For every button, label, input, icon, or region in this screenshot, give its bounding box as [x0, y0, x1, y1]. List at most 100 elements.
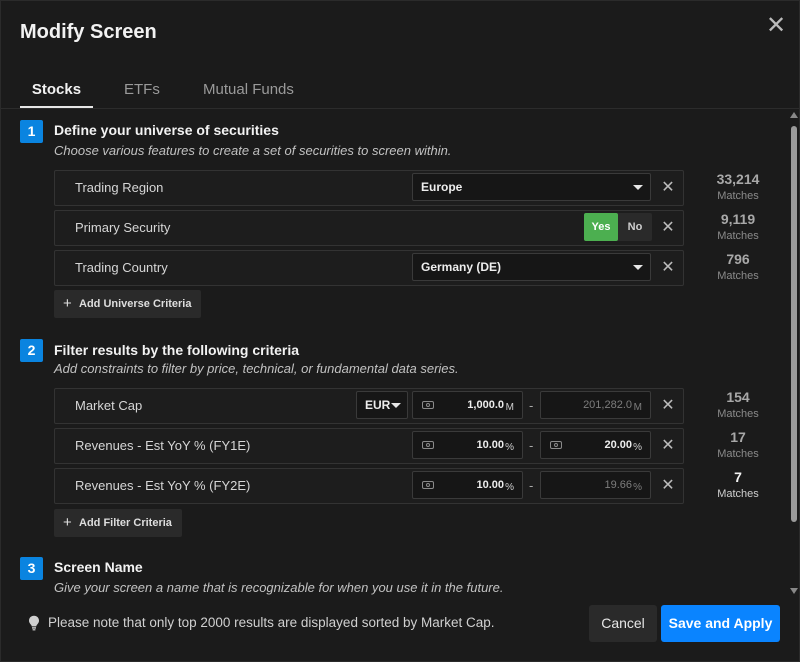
criteria-row-trading-region: Trading Region Europe ✕ [54, 170, 684, 206]
tab-divider [1, 108, 799, 109]
matches-label: Matches [717, 270, 759, 282]
matches-label: Matches [717, 230, 759, 242]
scroll-up-icon[interactable] [790, 112, 798, 118]
trading-country-select[interactable]: Germany (DE) [412, 253, 651, 281]
criteria-label: Trading Region [75, 180, 164, 195]
input-value: 1,000.0 [467, 399, 504, 411]
yes-button[interactable]: Yes [584, 213, 618, 241]
remove-icon[interactable]: ✕ [659, 469, 677, 503]
matches-trading-country: 796 Matches [701, 251, 775, 284]
plus-icon: + [63, 295, 72, 312]
max-value-input[interactable]: 19.66 % [540, 471, 651, 499]
criteria-row-primary-security: Primary Security Yes No ✕ [54, 210, 684, 246]
matches-label: Matches [717, 488, 759, 500]
input-value: 20.00 [604, 439, 632, 451]
matches-revenues-fy2e: 7 Matches [701, 469, 775, 502]
unit-label: % [505, 442, 514, 453]
matches-label: Matches [717, 190, 759, 202]
no-button[interactable]: No [618, 213, 652, 241]
save-and-apply-button[interactable]: Save and Apply [661, 605, 780, 642]
lightbulb-icon [29, 615, 39, 631]
unit-label: M [633, 402, 642, 413]
tab-mutual-funds[interactable]: Mutual Funds [203, 73, 294, 109]
criteria-label: Primary Security [75, 220, 171, 235]
input-value: 10.00 [476, 439, 504, 451]
matches-trading-region: 33,214 Matches [701, 171, 775, 204]
max-value-input[interactable]: 201,282.0 M [540, 391, 651, 419]
add-universe-criteria-button[interactable]: + Add Universe Criteria [54, 290, 202, 318]
step-1-title: Define your universe of securities [54, 122, 279, 138]
matches-count: 154 [726, 389, 750, 405]
select-value: EUR [365, 398, 391, 412]
input-value: 19.66 [604, 479, 632, 491]
matches-label: Matches [717, 408, 759, 420]
criteria-label: Trading Country [75, 260, 168, 275]
step-3-title: Screen Name [54, 559, 143, 575]
caret-down-icon [633, 185, 643, 190]
matches-count: 7 [734, 469, 742, 485]
matches-count: 33,214 [716, 171, 760, 187]
button-label: Add Universe Criteria [79, 298, 192, 310]
dialog-title: Modify Screen [20, 21, 157, 43]
remove-icon[interactable]: ✕ [659, 251, 677, 285]
trading-region-select[interactable]: Europe [412, 173, 651, 201]
remove-icon[interactable]: ✕ [659, 171, 677, 205]
unit-label: M [505, 402, 514, 413]
footer-note: Please note that only top 2000 results a… [48, 615, 495, 630]
add-filter-criteria-button[interactable]: + Add Filter Criteria [54, 509, 182, 537]
criteria-row-trading-country: Trading Country Germany (DE) ✕ [54, 250, 684, 286]
input-value: 10.00 [476, 479, 504, 491]
remove-icon[interactable]: ✕ [659, 389, 677, 423]
scroll-down-icon[interactable] [790, 588, 798, 594]
range-dash: - [529, 478, 534, 493]
step-3-badge: 3 [20, 557, 43, 580]
criteria-label: Revenues - Est YoY % (FY2E) [75, 478, 251, 493]
tag-icon [550, 441, 562, 449]
step-1-badge: 1 [20, 120, 43, 143]
modify-screen-dialog: Modify Screen ✕ Stocks ETFs Mutual Funds… [0, 0, 800, 662]
step-1-subtitle: Choose various features to create a set … [54, 143, 452, 158]
criteria-label: Revenues - Est YoY % (FY1E) [75, 438, 251, 453]
step-2-subtitle: Add constraints to filter by price, tech… [54, 361, 459, 376]
caret-down-icon [391, 403, 401, 408]
matches-count: 796 [726, 251, 750, 267]
unit-label: % [633, 442, 642, 453]
filter-row-revenues-fy2e: Revenues - Est YoY % (FY2E) 10.00 % - 19… [54, 468, 684, 504]
matches-primary-security: 9,119 Matches [701, 211, 775, 244]
input-value: 201,282.0 [583, 399, 632, 411]
matches-revenues-fy1e: 17 Matches [701, 429, 775, 462]
scroll-thumb[interactable] [791, 126, 797, 522]
min-value-input[interactable]: 10.00 % [412, 471, 523, 499]
step-3-subtitle: Give your screen a name that is recogniz… [54, 580, 504, 595]
currency-select[interactable]: EUR [356, 391, 408, 419]
unit-label: % [505, 482, 514, 493]
max-value-input[interactable]: 20.00 % [540, 431, 651, 459]
range-dash: - [529, 438, 534, 453]
remove-icon[interactable]: ✕ [659, 211, 677, 245]
remove-icon[interactable]: ✕ [659, 429, 677, 463]
select-value: Germany (DE) [421, 260, 502, 274]
unit-label: % [633, 482, 642, 493]
tab-stocks[interactable]: Stocks [20, 73, 93, 109]
filter-row-revenues-fy1e: Revenues - Est YoY % (FY1E) 10.00 % - 20… [54, 428, 684, 464]
cancel-button[interactable]: Cancel [589, 605, 657, 642]
filter-row-market-cap: Market Cap EUR 1,000.0 M - 201,282.0 M ✕ [54, 388, 684, 424]
select-value: Europe [421, 180, 463, 194]
button-label: Add Filter Criteria [79, 517, 172, 529]
yes-no-toggle[interactable]: Yes No [584, 213, 652, 241]
scrollbar[interactable] [790, 110, 798, 594]
matches-label: Matches [717, 448, 759, 460]
plus-icon: + [63, 514, 72, 531]
caret-down-icon [633, 265, 643, 270]
range-dash: - [529, 398, 534, 413]
min-value-input[interactable]: 1,000.0 M [412, 391, 523, 419]
matches-market-cap: 154 Matches [701, 389, 775, 422]
criteria-label: Market Cap [75, 398, 143, 413]
close-icon[interactable]: ✕ [765, 14, 787, 38]
tag-icon [422, 441, 434, 449]
matches-count: 9,119 [720, 211, 756, 227]
tab-etfs[interactable]: ETFs [124, 73, 160, 109]
step-2-badge: 2 [20, 339, 43, 362]
min-value-input[interactable]: 10.00 % [412, 431, 523, 459]
tag-icon [422, 481, 434, 489]
